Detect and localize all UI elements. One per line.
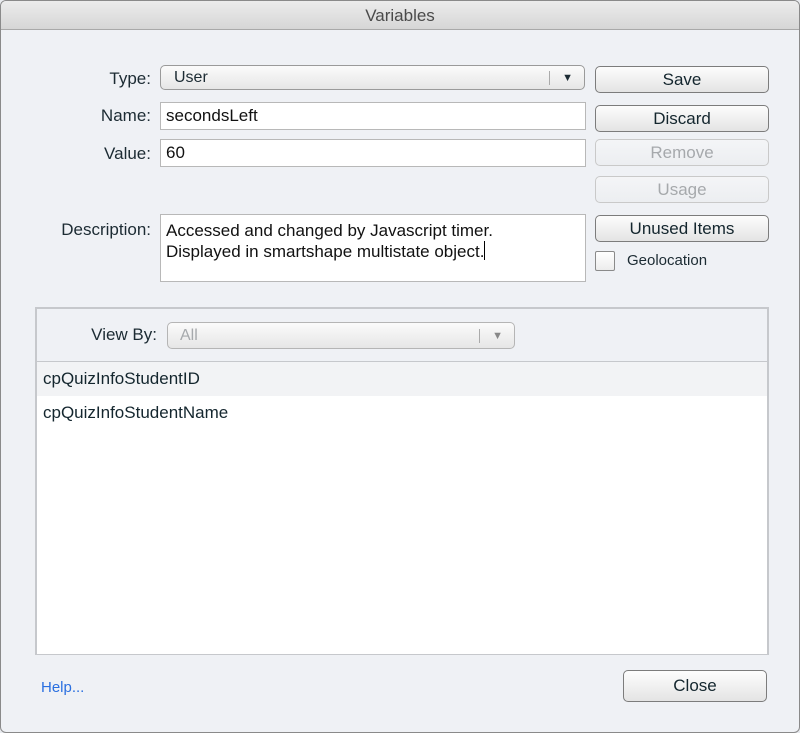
- geolocation-label: Geolocation: [627, 252, 708, 269]
- select-separator: [479, 329, 480, 343]
- type-label: Type:: [109, 69, 151, 88]
- view-by-select[interactable]: All ▼: [167, 322, 515, 349]
- type-selected-value: User: [174, 69, 208, 86]
- chevron-down-icon: ▼: [492, 330, 503, 342]
- value-input[interactable]: 60: [160, 139, 586, 167]
- type-select[interactable]: User ▼: [160, 65, 585, 90]
- description-line-2-text: Displayed in smartshape multistate objec…: [166, 242, 485, 261]
- text-caret: [484, 241, 486, 260]
- variables-panel: View By: All ▼ cpQuizInfoStudentID cpQui…: [35, 307, 769, 655]
- name-label: Name:: [100, 106, 151, 125]
- unused-items-button[interactable]: Unused Items: [595, 215, 769, 242]
- description-textarea[interactable]: Accessed and changed by Javascript timer…: [160, 214, 586, 282]
- chevron-down-icon: ▼: [562, 72, 573, 84]
- value-label: Value:: [104, 144, 151, 163]
- view-by-selected-value: All: [180, 327, 198, 344]
- variables-list: cpQuizInfoStudentID cpQuizInfoStudentNam…: [37, 361, 767, 654]
- description-line-1: Accessed and changed by Javascript timer…: [166, 221, 493, 240]
- geolocation-checkbox[interactable]: [595, 251, 615, 271]
- title-bar: Variables: [1, 1, 799, 30]
- list-item[interactable]: cpQuizInfoStudentName: [37, 396, 767, 430]
- select-separator: [549, 71, 550, 85]
- description-line-2: Displayed in smartshape multistate objec…: [166, 241, 585, 262]
- help-link[interactable]: Help...: [41, 679, 84, 696]
- window-title: Variables: [365, 6, 435, 25]
- name-input[interactable]: secondsLeft: [160, 102, 586, 130]
- discard-button[interactable]: Discard: [595, 105, 769, 132]
- view-by-label: View By:: [91, 325, 157, 344]
- description-label: Description:: [61, 220, 151, 239]
- close-button[interactable]: Close: [623, 670, 767, 702]
- save-button[interactable]: Save: [595, 66, 769, 93]
- list-item[interactable]: cpQuizInfoStudentID: [37, 362, 767, 396]
- remove-button[interactable]: Remove: [595, 139, 769, 166]
- variables-dialog: Variables Type: User ▼ Name: secondsLeft…: [0, 0, 800, 733]
- usage-button[interactable]: Usage: [595, 176, 769, 203]
